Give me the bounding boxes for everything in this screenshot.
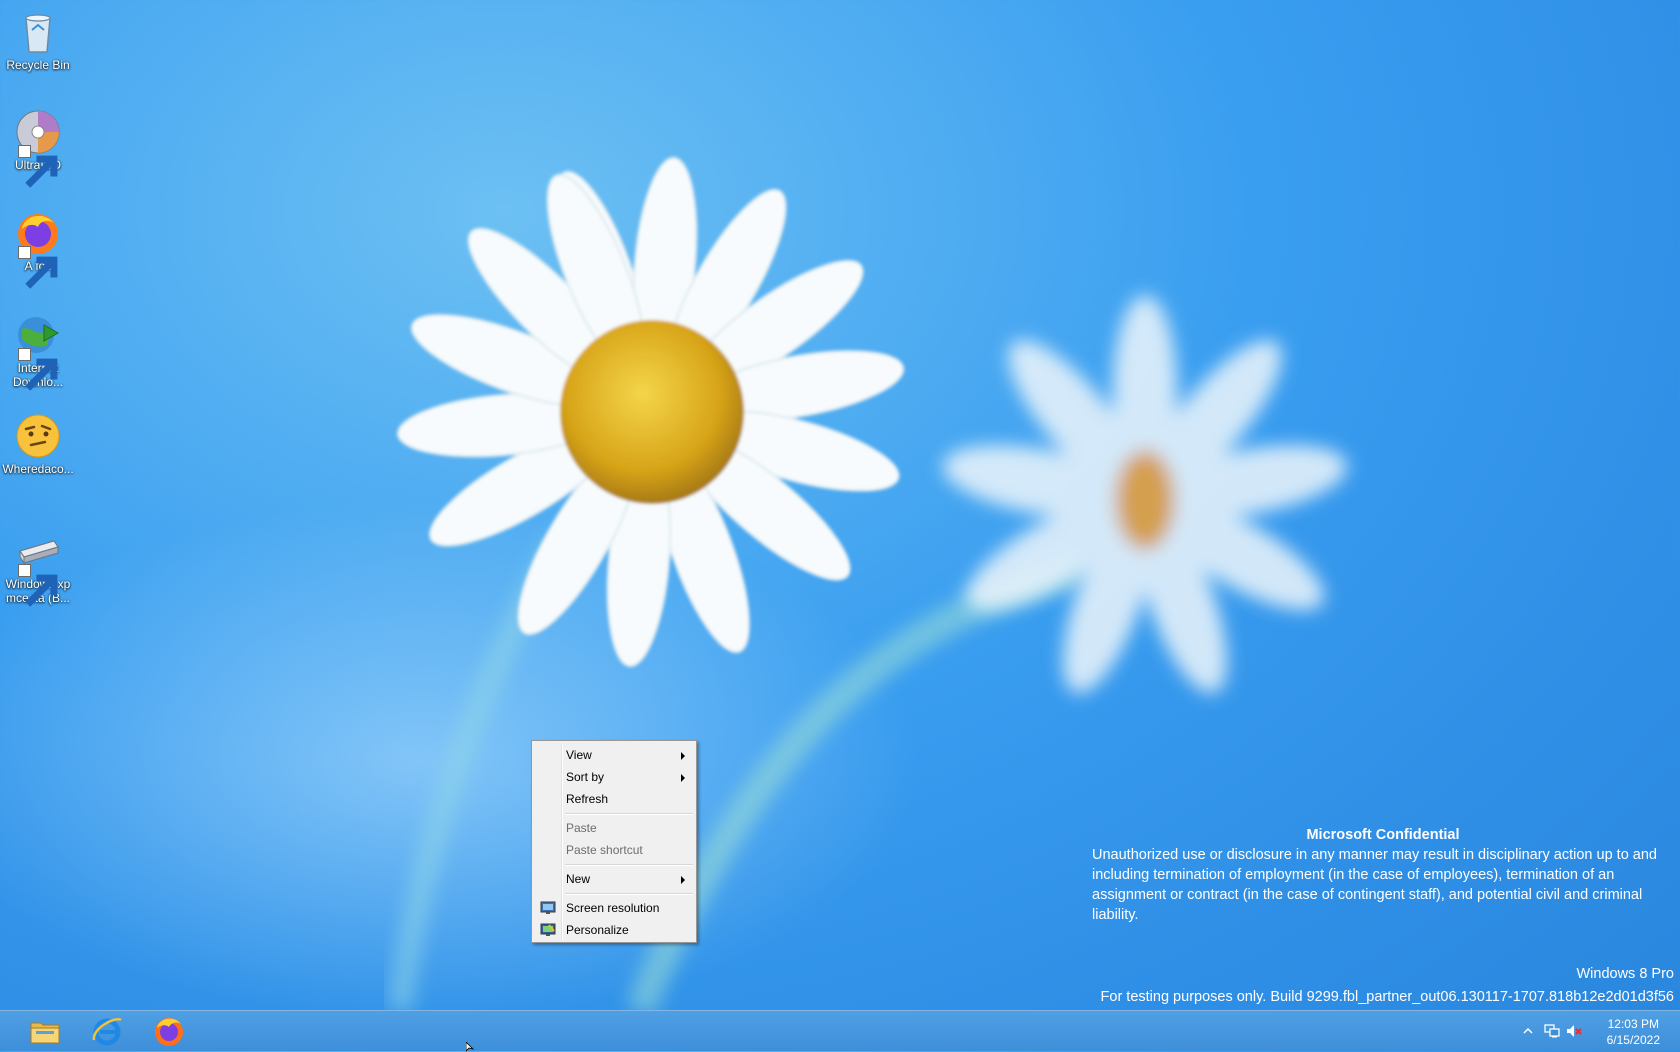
menu-item-label: Screen resolution	[566, 901, 660, 915]
desktop-icon-recycle-bin[interactable]: Recycle Bin	[2, 4, 74, 72]
menu-separator	[565, 893, 693, 895]
menu-item-paste[interactable]: Paste	[534, 817, 694, 839]
watermark-title: Microsoft Confidential	[1306, 827, 1460, 843]
file-explorer-icon	[30, 1022, 60, 1044]
menu-item-label: Refresh	[566, 792, 609, 806]
desktop-icon-label: Recycle Bin	[6, 58, 70, 72]
menu-item-label: Paste	[566, 821, 597, 835]
menu-item-label: Paste shortcut	[566, 843, 643, 857]
desktop-icon-wheredaco[interactable]: Wheredaco...	[2, 408, 74, 476]
desktop-context-menu: View Sort by Refresh Paste Paste shortcu…	[531, 740, 697, 943]
menu-item-new[interactable]: New	[534, 868, 694, 890]
shortcut-arrow-icon	[18, 246, 58, 289]
submenu-arrow-icon	[681, 876, 685, 884]
drive-icon	[14, 527, 62, 607]
internet-explorer-icon	[92, 1017, 122, 1046]
mouse-cursor-icon	[466, 1042, 475, 1052]
desktop-icon-label: Wheredaco...	[2, 462, 74, 476]
build-string: For testing purposes only. Build 9299.fb…	[1100, 989, 1674, 1005]
ultraiso-disc-icon	[14, 108, 62, 188]
internet-download-manager-icon	[14, 311, 62, 391]
menu-item-label: Personalize	[566, 923, 629, 937]
system-tray: 12:03 PM 6/15/2022	[1420, 1011, 1680, 1051]
desktop-icon-ultraiso[interactable]: UltraISO	[2, 104, 74, 188]
firefox-icon	[155, 1018, 183, 1046]
menu-item-paste-shortcut[interactable]: Paste shortcut	[534, 839, 694, 861]
taskbar-internet-explorer-button[interactable]	[77, 1013, 137, 1049]
clock-date: 6/15/2022	[1606, 1033, 1660, 1047]
desktop-icon-internet-download-manager[interactable]: Internet Downlo...	[2, 307, 74, 391]
recycle-bin-icon	[14, 8, 62, 56]
shortcut-arrow-icon	[18, 348, 58, 391]
taskbar: 12:03 PM 6/15/2022	[0, 1010, 1680, 1051]
personalize-icon	[540, 923, 556, 936]
thinking-face-icon	[14, 412, 62, 460]
shortcut-arrow-icon	[18, 145, 58, 188]
submenu-arrow-icon	[681, 752, 685, 760]
menu-separator	[565, 864, 693, 866]
watermark-body: Unauthorized use or disclosure in any ma…	[1092, 847, 1657, 923]
windows-edition: Windows 8 Pro	[1576, 966, 1674, 982]
menu-item-screen-resolution[interactable]: Screen resolution	[534, 897, 694, 919]
menu-item-label: Sort by	[566, 770, 605, 784]
volume-muted-icon[interactable]	[1566, 1023, 1582, 1039]
firefox-icon	[14, 209, 62, 289]
desktop-icon-firefox[interactable]: A fox	[2, 205, 74, 289]
confidential-watermark: Microsoft Confidential Unauthorized use …	[1092, 825, 1674, 925]
taskbar-clock[interactable]: 12:03 PM 6/15/2022	[1607, 1016, 1660, 1048]
menu-item-refresh[interactable]: Refresh	[534, 788, 694, 810]
clock-time: 12:03 PM	[1607, 1017, 1659, 1031]
submenu-arrow-icon	[681, 774, 685, 782]
menu-item-sort-by[interactable]: Sort by	[534, 766, 694, 788]
menu-separator	[565, 813, 693, 815]
menu-item-personalize[interactable]: Personalize	[534, 919, 694, 941]
menu-item-view[interactable]: View	[534, 744, 694, 766]
menu-item-label: New	[566, 872, 591, 886]
desktop-icon-windows-xp-mce[interactable]: Windows xp mce ita (B...	[2, 523, 74, 607]
show-hidden-icons-icon[interactable]	[1520, 1023, 1536, 1039]
taskbar-file-explorer-button[interactable]	[15, 1013, 75, 1049]
display-icon	[540, 901, 556, 914]
shortcut-arrow-icon	[18, 564, 58, 607]
network-icon[interactable]	[1544, 1023, 1560, 1039]
taskbar-firefox-button[interactable]	[139, 1013, 199, 1049]
menu-item-label: View	[566, 748, 592, 762]
